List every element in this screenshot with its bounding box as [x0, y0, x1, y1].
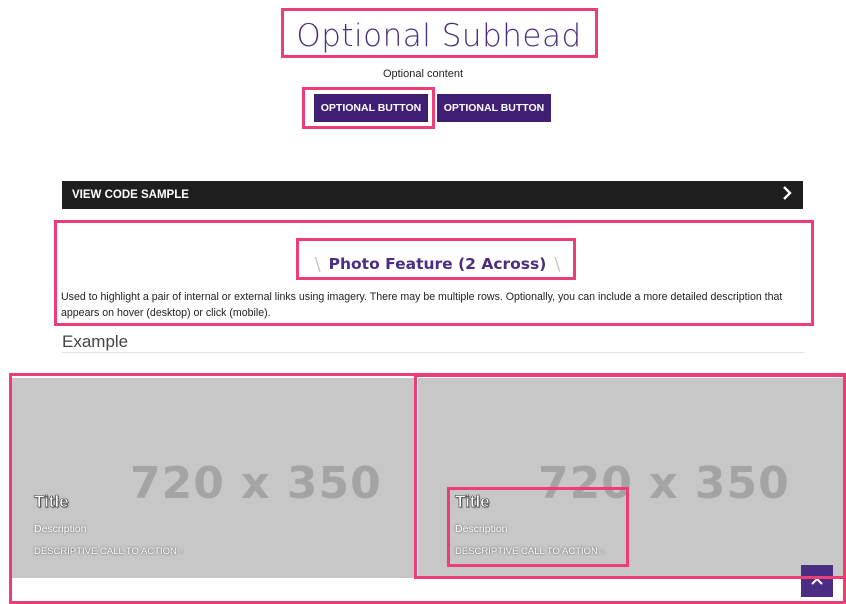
section-description: Used to highlight a pair of internal or …	[61, 291, 783, 319]
slash-decoration-icon: \	[314, 253, 321, 275]
example-label: Example	[62, 332, 129, 351]
divider	[62, 352, 804, 353]
card-call-to-action[interactable]: DESCRIPTIVE CALL TO ACTION ›	[455, 546, 604, 557]
view-code-sample-bar[interactable]: VIEW CODE SAMPLE	[62, 181, 803, 209]
card-call-to-action[interactable]: DESCRIPTIVE CALL TO ACTION ›	[34, 546, 183, 557]
photo-feature-card[interactable]: 720 x 350 Title Description DESCRIPTIVE …	[12, 378, 416, 578]
card-description: Description	[455, 523, 508, 535]
view-code-sample-label: VIEW CODE SAMPLE	[72, 189, 189, 201]
chevron-right-icon: ›	[600, 546, 605, 557]
section-title: \ Photo Feature (2 Across) \	[300, 252, 575, 276]
card-title: Title	[455, 492, 490, 512]
card-title: Title	[34, 492, 69, 512]
chevron-right-icon: ›	[179, 546, 184, 557]
optional-subhead: Optional Subhead	[296, 18, 582, 54]
cta-label: DESCRIPTIVE CALL TO ACTION	[34, 546, 177, 557]
cta-label: DESCRIPTIVE CALL TO ACTION	[455, 546, 598, 557]
optional-content-text: Optional content	[382, 68, 464, 80]
photo-feature-card[interactable]: 720 x 350 Title Description DESCRIPTIVE …	[418, 378, 846, 578]
section-title-text: Photo Feature (2 Across)	[328, 255, 547, 273]
chevron-right-icon	[783, 186, 792, 200]
image-placeholder-text: 720 x 350	[538, 458, 790, 509]
optional-button-primary[interactable]: OPTIONAL BUTTON	[314, 94, 428, 122]
optional-button-secondary[interactable]: OPTIONAL BUTTON	[437, 94, 551, 122]
image-placeholder-text: 720 x 350	[130, 458, 382, 509]
back-to-top-button[interactable]	[801, 565, 833, 597]
chevron-up-icon	[811, 577, 823, 585]
slash-decoration-icon: \	[554, 253, 561, 275]
card-description: Description	[34, 523, 87, 535]
